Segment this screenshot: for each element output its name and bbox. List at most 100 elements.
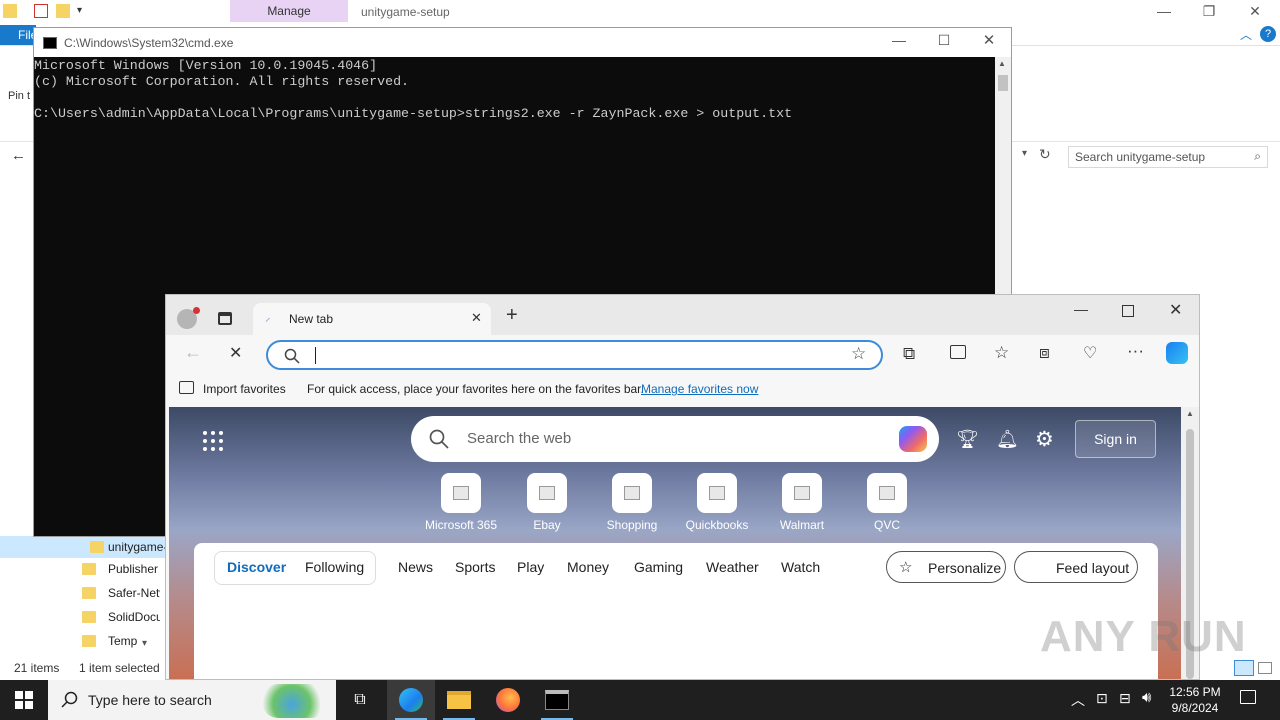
taskbar-clock[interactable]: 12:56 PM 9/8/2024	[1160, 684, 1230, 716]
cmd-maximize-button[interactable]: ☐	[924, 32, 964, 49]
address-dropdown-icon[interactable]: ▾	[1022, 148, 1027, 159]
app-launcher-icon[interactable]	[203, 431, 223, 451]
quick-link-quickbooks[interactable]: Quickbooks	[672, 473, 762, 532]
cmd-scroll-thumb[interactable]	[998, 75, 1008, 91]
feed-tab-sports[interactable]: Sports	[455, 559, 495, 575]
nav-item-publisher[interactable]: Publisher	[80, 558, 160, 580]
folder-icon	[82, 587, 96, 599]
copilot-icon[interactable]	[899, 426, 927, 452]
quick-access-dropdown-icon[interactable]: ▾	[77, 5, 82, 16]
scroll-up-icon[interactable]: ▲	[998, 59, 1006, 68]
edge-close-button[interactable]: ✕	[1169, 300, 1182, 320]
quick-link-tile	[697, 473, 737, 513]
anyrun-watermark: ANY RUN	[1040, 612, 1247, 661]
volume-icon[interactable]: 🔊︎	[1142, 689, 1151, 706]
explorer-maximize-button[interactable]: ❐	[1186, 0, 1232, 24]
details-view-icon[interactable]	[1234, 660, 1254, 676]
feed-tab-gaming[interactable]: Gaming	[634, 559, 683, 575]
quick-link-qvc[interactable]: QVC	[842, 473, 932, 532]
collections-icon[interactable]: ⧈	[1039, 343, 1050, 363]
edge-minimize-button[interactable]: —	[1074, 301, 1088, 317]
settings-gear-icon[interactable]: ⚙	[1035, 427, 1054, 452]
cmd-line: Microsoft Windows [Version 10.0.19045.40…	[34, 58, 378, 73]
scroll-down-icon[interactable]: ▾	[142, 638, 147, 649]
large-icons-view-icon[interactable]	[1258, 662, 1272, 674]
extensions-icon[interactable]: ⧉	[903, 344, 915, 364]
taskbar-firefox-app[interactable]	[484, 680, 532, 720]
feed-tab-play[interactable]: Play	[517, 559, 544, 575]
task-view-button[interactable]: ⧉	[336, 680, 384, 720]
nav-item-unitygame-setup[interactable]: unitygame-setup	[0, 536, 165, 558]
split-screen-icon[interactable]	[950, 345, 966, 359]
address-bar[interactable]: ☆	[266, 340, 883, 370]
refresh-icon[interactable]: ↻	[1039, 146, 1051, 163]
ribbon-file-tab[interactable]: File	[0, 25, 37, 45]
nav-item-soliddocuments[interactable]: SolidDocuments	[80, 606, 160, 628]
close-tab-icon[interactable]: ✕	[471, 310, 482, 326]
properties-icon[interactable]	[34, 4, 48, 18]
show-hidden-icons-icon[interactable]: ︿	[1071, 690, 1085, 710]
clock-time: 12:56 PM	[1169, 685, 1221, 699]
feed-tab-discover[interactable]: Discover	[227, 559, 286, 575]
cmd-close-button[interactable]: ✕	[969, 31, 1009, 49]
personalize-button[interactable]: ☆ Personalize	[886, 551, 1006, 583]
start-button[interactable]	[0, 680, 48, 720]
folder-icon	[82, 611, 96, 623]
pin-label[interactable]: Pin t	[8, 90, 30, 102]
rewards-icon[interactable]: 🏆︎	[956, 429, 979, 450]
add-favorite-icon[interactable]: ☆	[851, 344, 866, 364]
tab-new-tab[interactable]: ⸝ New tab ✕	[253, 303, 491, 335]
nav-item-label: SolidDocuments	[108, 610, 160, 624]
edge-maximize-button[interactable]	[1122, 305, 1134, 317]
ntp-search-placeholder: Search the web	[467, 430, 572, 447]
favorites-icon[interactable]: ☆	[994, 343, 1009, 363]
new-tab-icon[interactable]: +	[506, 304, 518, 327]
feed-tab-weather[interactable]: Weather	[706, 559, 759, 575]
import-favorites-link[interactable]: Import favorites	[203, 382, 286, 396]
network-icon[interactable]: ⊟	[1119, 690, 1131, 707]
quick-link-ebay[interactable]: Ebay	[502, 473, 592, 532]
favorites-hint: For quick access, place your favorites h…	[307, 382, 644, 396]
quick-link-microsoft-365[interactable]: Microsoft 365	[416, 473, 506, 532]
taskbar-explorer-app[interactable]	[435, 680, 483, 720]
feed-tab-following[interactable]: Following	[305, 559, 364, 575]
sign-in-button[interactable]: Sign in	[1075, 420, 1156, 458]
cmd-titlebar[interactable]: C:\Windows\System32\cmd.exe — ☐ ✕	[34, 28, 1011, 57]
ribbon-collapse-icon[interactable]: ︿	[1240, 26, 1252, 43]
explorer-minimize-button[interactable]: —	[1141, 0, 1187, 24]
favorites-bar: Import favorites For quick access, place…	[166, 375, 1199, 403]
manage-favorites-link[interactable]: Manage favorites now	[641, 382, 758, 396]
taskbar-search-box[interactable]: Type here to search	[48, 680, 336, 720]
copilot-icon[interactable]	[1166, 342, 1188, 364]
taskbar-edge-app[interactable]	[387, 680, 435, 720]
explorer-close-button[interactable]: ✕	[1232, 0, 1278, 24]
back-icon[interactable]: ←	[184, 342, 202, 363]
help-icon[interactable]: ?	[1260, 26, 1276, 42]
scroll-up-icon[interactable]: ▲	[1186, 409, 1194, 418]
back-arrow-icon[interactable]: ←	[11, 147, 26, 164]
device-icon[interactable]: ⊡	[1096, 690, 1108, 707]
new-folder-icon[interactable]	[56, 4, 70, 18]
feed-layout-button[interactable]: Feed layout	[1014, 551, 1138, 583]
quick-link-shopping[interactable]: Shopping	[587, 473, 677, 532]
browser-essentials-icon[interactable]: ♡	[1083, 343, 1097, 363]
quick-link-label: Microsoft 365	[424, 518, 498, 532]
personalize-label: Personalize	[928, 560, 1002, 576]
quick-link-walmart[interactable]: Walmart	[757, 473, 847, 532]
feed-tab-news[interactable]: News	[398, 559, 433, 575]
feed-tab-money[interactable]: Money	[567, 559, 609, 575]
stop-loading-icon[interactable]: ✕	[229, 343, 242, 363]
taskbar-cmd-app[interactable]	[533, 680, 581, 720]
tab-actions-icon[interactable]	[218, 312, 232, 325]
nav-item-safer-networking[interactable]: Safer-Networking	[80, 582, 160, 604]
nav-item-temp[interactable]: Temp	[80, 630, 160, 652]
feed-tab-watch[interactable]: Watch	[781, 559, 820, 575]
more-options-icon[interactable]: ···	[1127, 341, 1144, 361]
ribbon-tab-manage[interactable]: Manage	[230, 0, 348, 22]
notifications-icon[interactable]	[1240, 690, 1256, 704]
nav-item-label: unitygame-setup	[108, 540, 165, 554]
explorer-search-input[interactable]: Search unitygame-setup ⌕	[1068, 146, 1268, 168]
ntp-search-box[interactable]: Search the web	[411, 416, 939, 462]
cmd-minimize-button[interactable]: —	[879, 32, 919, 48]
notifications-icon[interactable]: 🔔︎	[996, 429, 1019, 450]
